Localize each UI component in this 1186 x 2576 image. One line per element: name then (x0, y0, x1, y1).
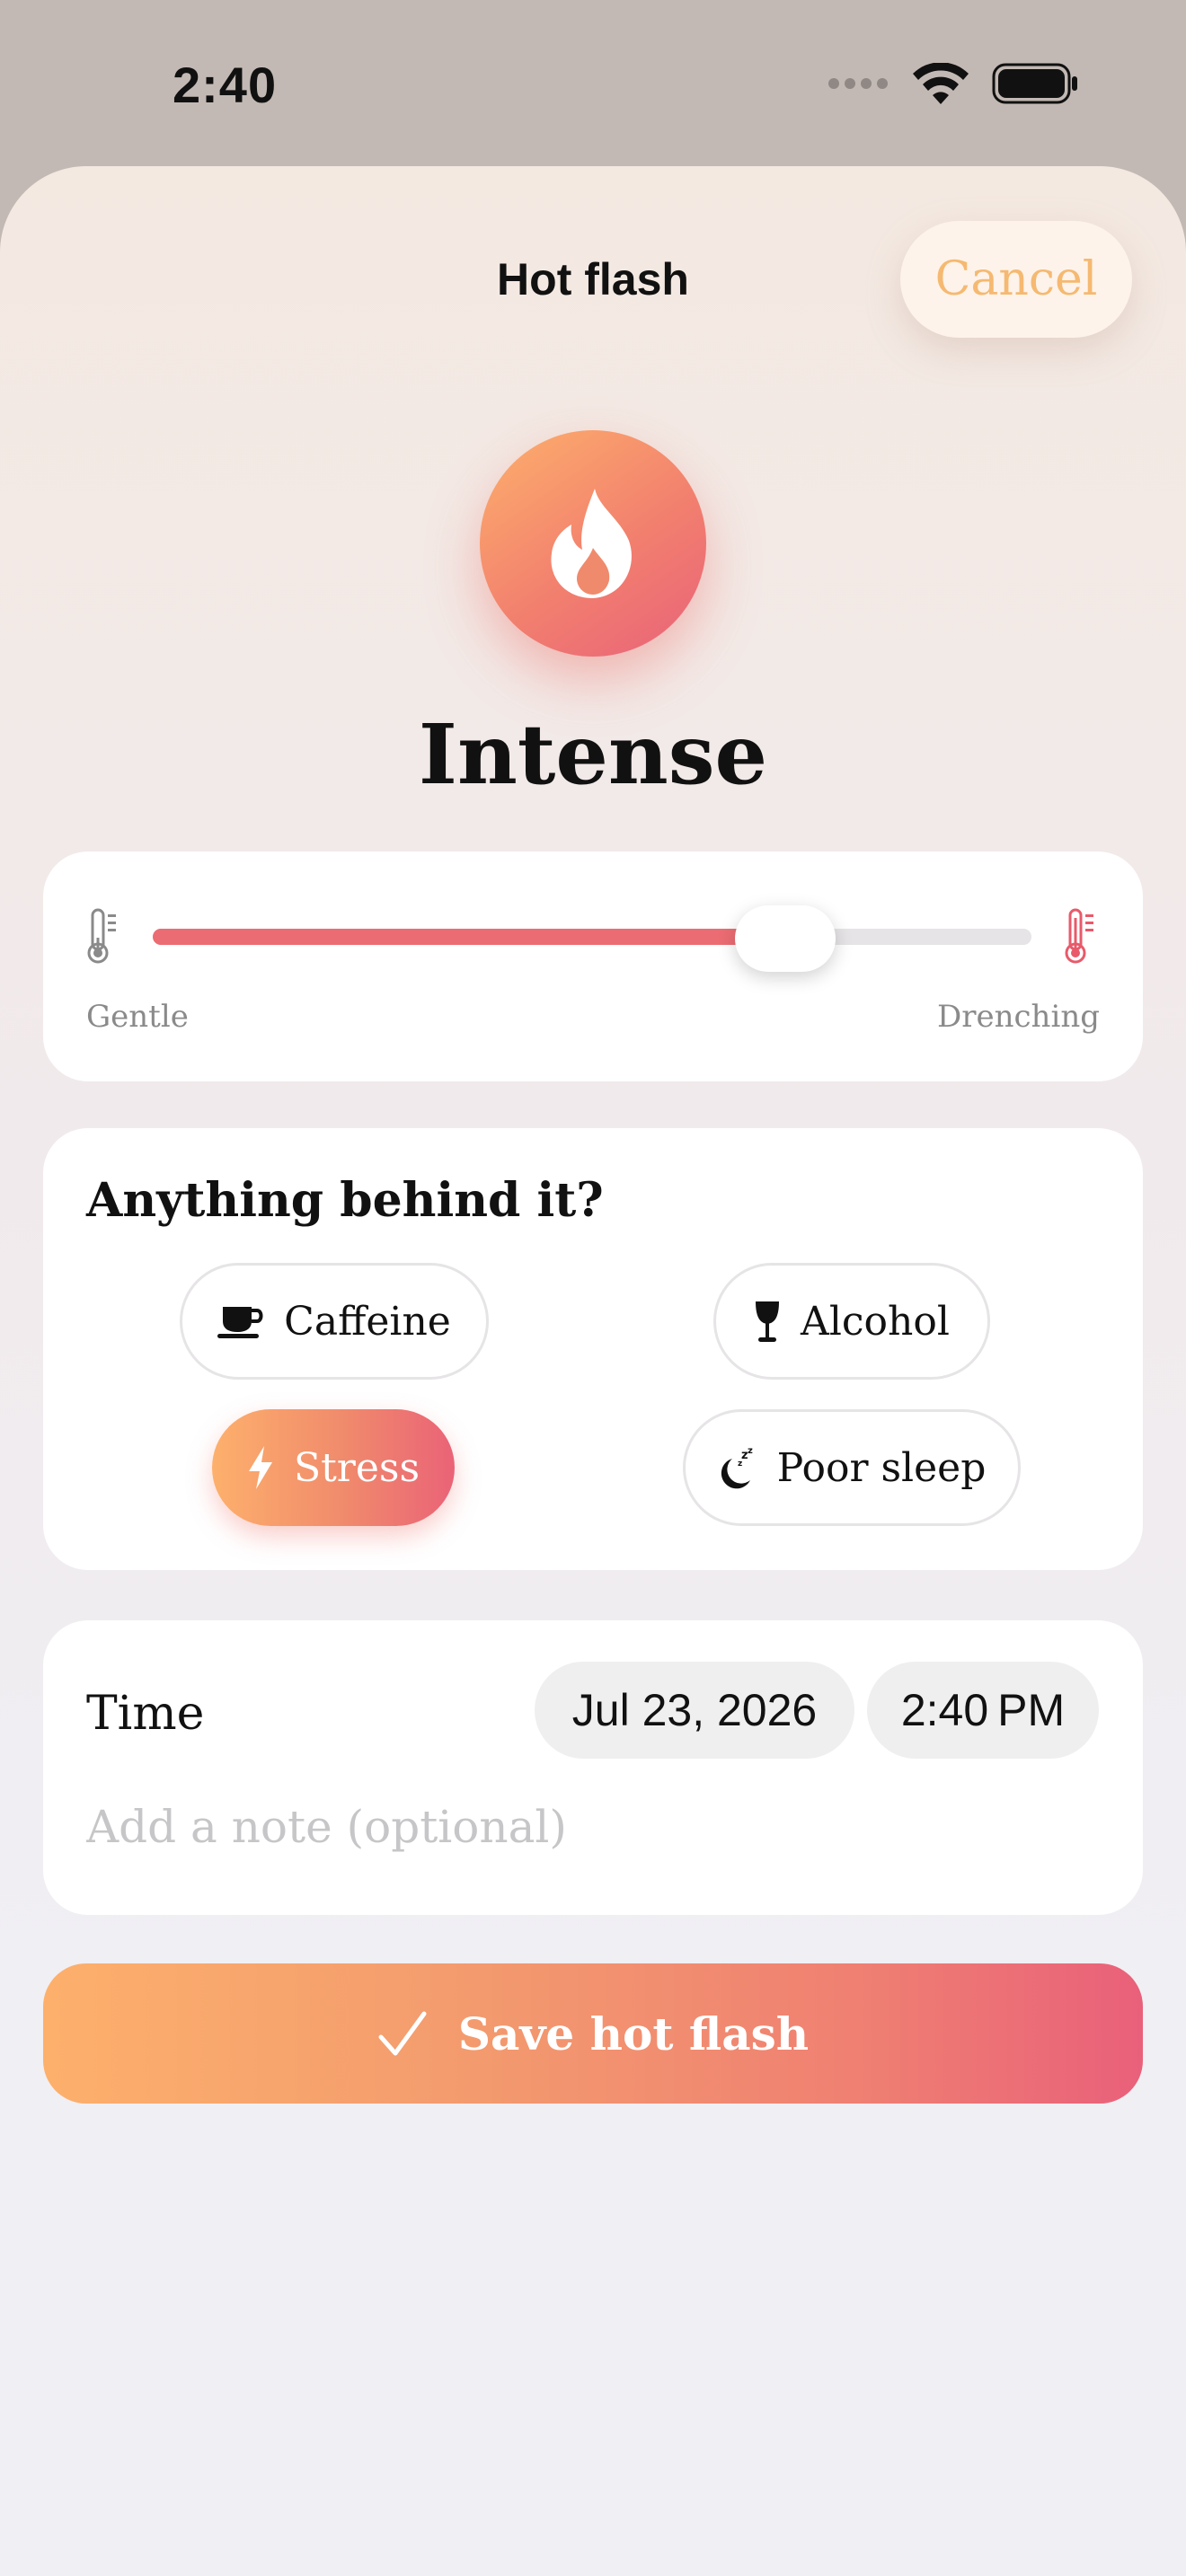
flame-badge (480, 430, 706, 657)
wifi-icon (913, 63, 969, 104)
chip-stress[interactable]: Stress (212, 1409, 455, 1526)
intensity-slider-thumb[interactable] (735, 905, 836, 972)
wine-glass-icon (756, 1301, 780, 1342)
chip-label: Caffeine (284, 1298, 451, 1345)
note-input[interactable] (86, 1791, 1100, 1863)
chip-poor-sleep[interactable]: z z z Poor sleep (683, 1409, 1021, 1526)
svg-text:z: z (748, 1446, 753, 1456)
chip-label: Poor sleep (776, 1444, 987, 1491)
chip-label: Alcohol (801, 1298, 950, 1345)
slider-max-label: Drenching (936, 999, 1100, 1035)
coffee-cup-icon (217, 1307, 263, 1338)
checkmark-icon (378, 2011, 427, 2056)
triggers-title: Anything behind it? (86, 1173, 604, 1228)
slider-min-label: Gentle (86, 999, 189, 1035)
intensity-slider-track[interactable] (153, 929, 1031, 945)
intensity-label: Intense (418, 706, 768, 803)
time-card: Time Jul 23, 2026 2:40 PM (43, 1620, 1143, 1915)
chip-alcohol[interactable]: Alcohol (713, 1263, 990, 1380)
thermometer-high-icon (1065, 908, 1093, 964)
cellular-signal-icon (828, 78, 888, 89)
date-picker-button[interactable]: Jul 23, 2026 (535, 1662, 854, 1759)
chip-caffeine[interactable]: Caffeine (180, 1263, 489, 1380)
thermometer-low-icon (87, 908, 116, 964)
moon-zzz-icon: z z z (721, 1446, 753, 1489)
status-bar: 2:40 (0, 0, 1186, 171)
bolt-icon (248, 1446, 272, 1489)
status-icons (828, 63, 1078, 104)
chip-label: Stress (293, 1444, 420, 1491)
triggers-card: Anything behind it? Caffeine Alcohol Str… (43, 1128, 1143, 1570)
intensity-card: Gentle Drenching (43, 851, 1143, 1081)
time-label: Time (86, 1687, 205, 1741)
flame-icon (551, 489, 632, 598)
save-button[interactable]: Save hot flash (43, 1963, 1143, 2104)
time-picker-button[interactable]: 2:40 PM (867, 1662, 1099, 1759)
status-time: 2:40 (173, 57, 278, 113)
cancel-button[interactable]: Cancel (900, 221, 1132, 338)
battery-icon (992, 63, 1077, 104)
svg-text:z: z (738, 1460, 742, 1469)
intensity-slider-fill (153, 929, 786, 945)
save-button-label: Save hot flash (457, 2007, 810, 2060)
